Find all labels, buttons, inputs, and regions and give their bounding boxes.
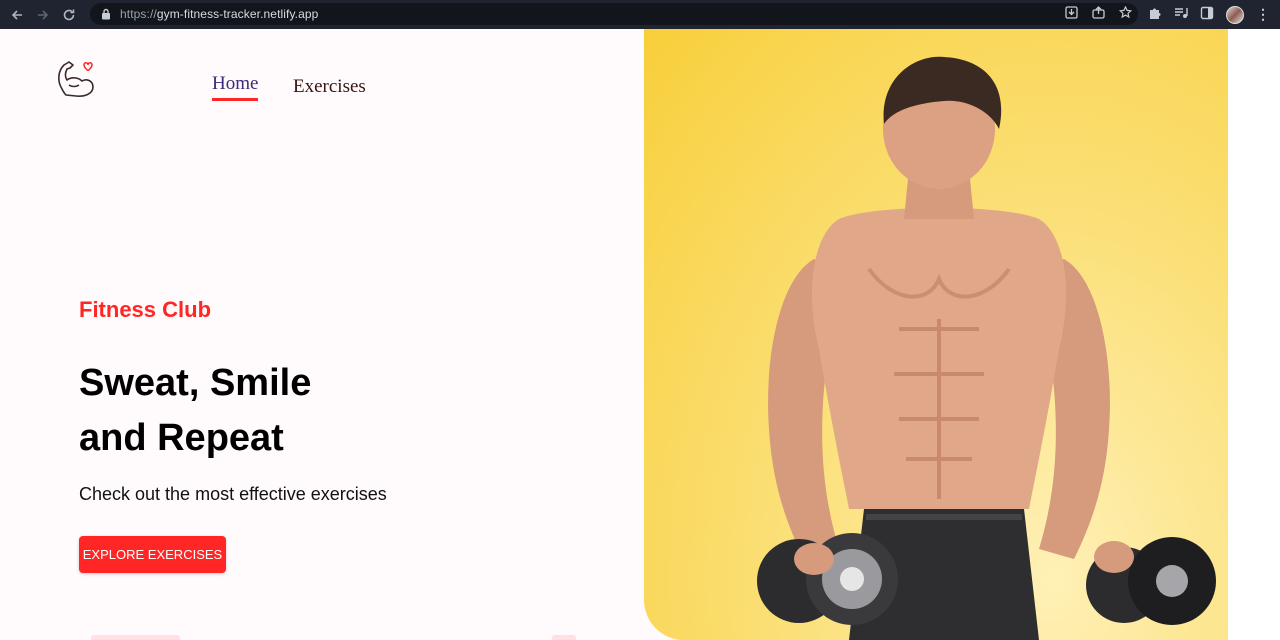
hero-description: Check out the most effective exercises — [79, 484, 387, 504]
browser-toolbar: https://gym-fitness-tracker.netlify.app … — [0, 0, 1280, 29]
forward-arrow-icon[interactable] — [30, 0, 56, 29]
star-icon[interactable] — [1118, 5, 1133, 22]
hero-subtitle: Fitness Club — [79, 297, 212, 322]
hero-title-line-1: Sweat, Smile — [79, 362, 312, 404]
address-bar[interactable]: https://gym-fitness-tracker.netlify.app — [90, 3, 1138, 25]
side-panel-icon[interactable] — [1200, 6, 1214, 23]
hero-title: Sweat, Smile and Repeat — [79, 356, 499, 466]
profile-avatar[interactable] — [1226, 5, 1244, 24]
page-content: Home Exercises Fitness Club Sweat, Smile… — [0, 29, 1280, 640]
explore-exercises-button[interactable]: EXPLORE EXERCISES — [79, 536, 226, 573]
install-icon[interactable] — [1065, 6, 1078, 22]
hero-title-line-2: and Repeat — [79, 417, 284, 459]
media-control-icon[interactable] — [1174, 6, 1188, 23]
page-right-margin — [1228, 29, 1280, 640]
nav-link-exercises[interactable]: Exercises — [293, 76, 366, 98]
menu-icon[interactable]: ⋮ — [1256, 6, 1270, 23]
url-text: https://gym-fitness-tracker.netlify.app — [120, 7, 319, 21]
share-icon[interactable] — [1092, 6, 1105, 22]
back-arrow-icon[interactable] — [4, 0, 30, 29]
nav-link-home[interactable]: Home — [212, 73, 259, 101]
puzzle-icon[interactable] — [1148, 6, 1162, 23]
lock-icon[interactable] — [100, 8, 112, 20]
decorative-block — [552, 635, 576, 640]
banner-image — [644, 29, 1228, 640]
decorative-block — [91, 635, 180, 640]
flexed-arm-heart-icon[interactable] — [54, 57, 96, 99]
muscular-man-with-dumbbells-photo — [757, 56, 1216, 640]
reload-icon[interactable] — [56, 0, 82, 29]
